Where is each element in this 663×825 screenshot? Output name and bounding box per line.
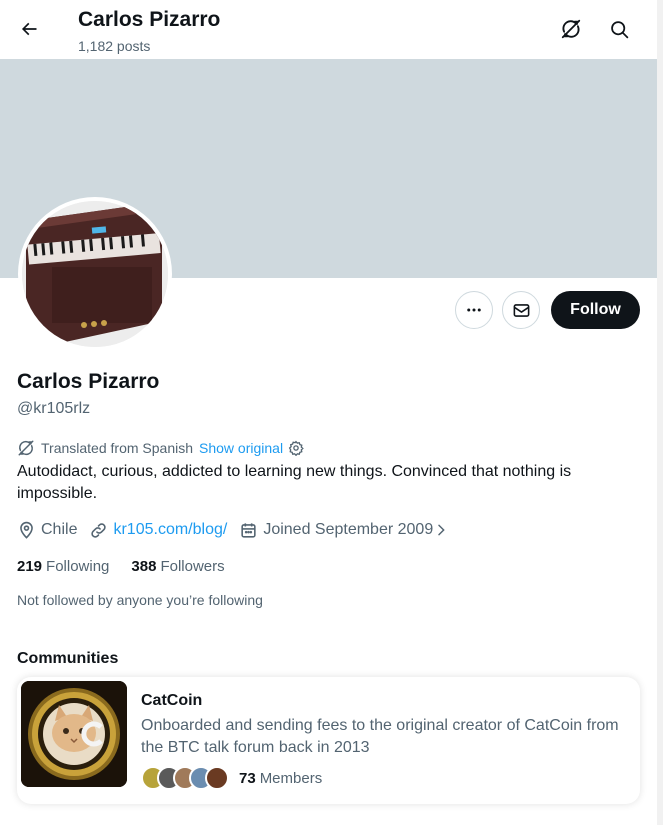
member-avatar <box>205 766 229 790</box>
location-icon <box>20 521 33 539</box>
translate-button[interactable] <box>554 12 588 46</box>
follow-button[interactable]: Follow <box>551 291 640 329</box>
followers-link[interactable]: 388 Followers <box>131 558 224 578</box>
members-count: 73 <box>239 769 256 787</box>
members-label: Members <box>259 769 323 787</box>
gear-icon[interactable] <box>288 440 304 456</box>
community-name[interactable]: CatCoin <box>141 692 202 710</box>
profile-meta: Chile kr105.com/blog/ Joined September 2… <box>17 519 466 541</box>
location-text: Chile <box>41 521 78 538</box>
community-card[interactable]: CatCoin Onboarded and sending fees to th… <box>17 677 640 804</box>
profile-avatar[interactable] <box>18 197 172 351</box>
top-bar: Carlos Pizarro 1,182 posts <box>0 0 657 59</box>
message-button[interactable] <box>502 291 540 329</box>
link-icon <box>91 522 107 538</box>
header-name: Carlos Pizarro <box>78 8 221 31</box>
translate-icon <box>17 438 37 458</box>
back-button[interactable] <box>12 12 46 46</box>
chevron-right-icon <box>438 524 445 536</box>
search-icon <box>610 20 628 38</box>
show-original-link[interactable]: Show original <box>199 440 283 456</box>
translated-label: Translated from Spanish <box>41 440 193 456</box>
website: kr105.com/blog/ <box>89 521 227 540</box>
community-image <box>21 681 127 787</box>
scrollbar[interactable] <box>657 0 663 825</box>
following-label: Following <box>46 558 110 575</box>
profile-name: Carlos Pizarro <box>17 370 160 393</box>
following-link[interactable]: 219 Following <box>17 558 109 578</box>
following-count: 219 <box>17 558 43 575</box>
mail-icon <box>513 303 529 317</box>
member-avatars <box>141 766 229 790</box>
avatar-image <box>22 201 168 347</box>
communities-heading: Communities <box>17 650 119 667</box>
more-options-button[interactable] <box>455 291 493 329</box>
community-description: Onboarded and sending fees to the origin… <box>141 717 619 756</box>
profile-bio: Autodidact, curious, addicted to learnin… <box>17 463 572 502</box>
follow-counts: 219 Following 388 Followers <box>17 558 247 578</box>
translation-notice: Translated from Spanish Show original <box>17 438 304 458</box>
website-link[interactable]: kr105.com/blog/ <box>113 521 227 539</box>
profile-handle: @kr105rlz <box>17 400 91 417</box>
calendar-icon <box>241 522 256 538</box>
search-button[interactable] <box>602 12 636 46</box>
not-followed-notice: Not followed by anyone you’re following <box>17 592 263 608</box>
header-post-count: 1,182 posts <box>78 38 151 54</box>
back-arrow-icon <box>21 22 37 36</box>
joined-text: Joined September 2009 <box>263 521 434 538</box>
community-members: 73 Members <box>141 766 322 790</box>
followers-label: Followers <box>160 558 225 575</box>
more-icon <box>467 308 481 312</box>
translate-icon <box>561 19 581 39</box>
joined-date[interactable]: Joined September 2009 <box>239 521 454 540</box>
location: Chile <box>17 521 77 540</box>
followers-count: 388 <box>131 558 157 575</box>
